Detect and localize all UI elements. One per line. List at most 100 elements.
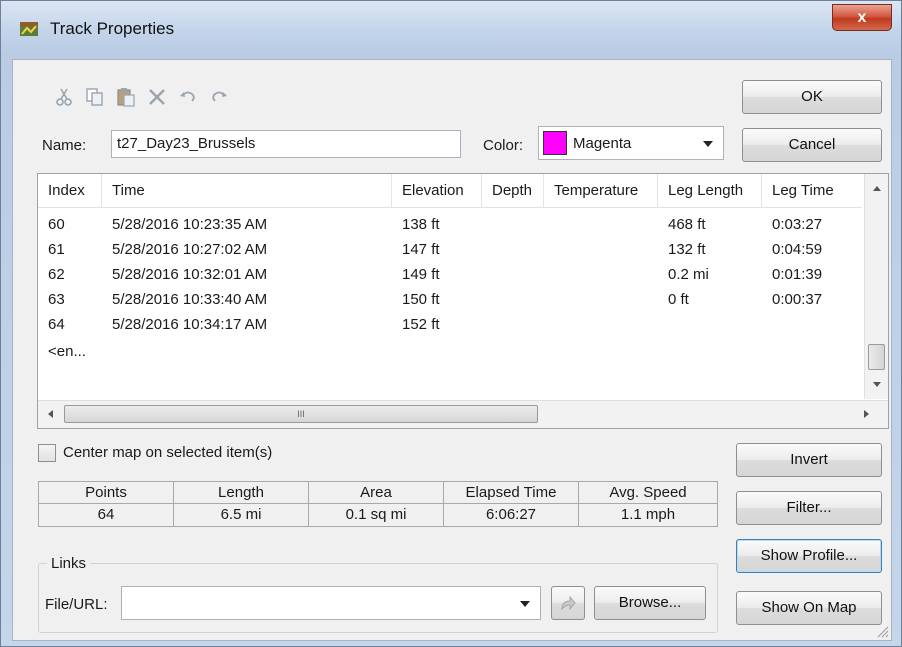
open-link-button[interactable] — [551, 586, 585, 620]
column-header-time[interactable]: Time — [102, 174, 392, 208]
edit-toolbar — [49, 82, 235, 112]
resize-grip-icon[interactable] — [875, 624, 889, 638]
cell-leg-length: 132 ft — [668, 241, 706, 258]
invert-button[interactable]: Invert — [736, 443, 882, 477]
table-row[interactable]: 60 5/28/2016 10:23:35 AM 138 ft 468 ft 0… — [38, 212, 862, 237]
ok-button[interactable]: OK — [742, 80, 882, 114]
scroll-left-arrow-icon[interactable] — [48, 410, 53, 418]
table-header: Index Time Elevation Depth Temperature L… — [38, 174, 862, 208]
column-header-elevation[interactable]: Elevation — [392, 174, 482, 208]
stat-header: Elapsed Time — [444, 482, 578, 504]
vertical-scroll-thumb[interactable] — [868, 344, 885, 370]
scroll-up-arrow-icon[interactable] — [873, 186, 881, 191]
table-row-end[interactable]: <en... — [38, 339, 862, 364]
chevron-down-icon — [703, 141, 713, 147]
table-row[interactable]: 64 5/28/2016 10:34:17 AM 152 ft — [38, 312, 862, 337]
stat-header: Area — [309, 482, 443, 504]
track-properties-window: Track Properties x OK Cancel Name: t27_D… — [0, 0, 902, 647]
color-dropdown[interactable]: Magenta — [538, 126, 724, 160]
column-header-index[interactable]: Index — [38, 174, 102, 208]
title-bar[interactable]: Track Properties x — [1, 1, 901, 57]
window-title: Track Properties — [50, 19, 175, 38]
paste-icon[interactable] — [111, 84, 141, 110]
cell-index: 60 — [48, 216, 65, 233]
cell-time: 5/28/2016 10:32:01 AM — [112, 266, 268, 283]
cell-leg-time: 0:04:59 — [772, 241, 823, 258]
stat-value: 6.5 mi — [220, 506, 262, 523]
column-header-depth[interactable]: Depth — [482, 174, 544, 208]
filter-button[interactable]: Filter... — [736, 491, 882, 525]
column-header-leg-time[interactable]: Leg Time — [762, 174, 862, 208]
close-icon: x — [857, 9, 867, 26]
links-group-label: Links — [47, 555, 91, 572]
chevron-down-icon[interactable] — [520, 601, 530, 607]
show-on-map-button[interactable]: Show On Map — [736, 591, 882, 625]
stat-header: Length — [174, 482, 308, 504]
stat-header: Avg. Speed — [579, 482, 717, 504]
cell-leg-length: 0.2 mi — [668, 266, 709, 283]
file-url-input[interactable] — [121, 586, 541, 620]
cell-leg-time: 0:01:39 — [772, 266, 823, 283]
stat-elapsed-time: Elapsed Time 6:06:27 — [443, 481, 579, 527]
cell-index: 63 — [48, 291, 65, 308]
cell-elevation: 138 ft — [402, 216, 440, 233]
stat-area: Area 0.1 sq mi — [308, 481, 444, 527]
table-row[interactable]: 62 5/28/2016 10:32:01 AM 149 ft 0.2 mi 0… — [38, 262, 862, 287]
column-header-temperature[interactable]: Temperature — [544, 174, 658, 208]
end-of-track-cell: <en... — [48, 343, 86, 360]
vertical-scrollbar[interactable] — [864, 174, 888, 399]
cell-time: 5/28/2016 10:23:35 AM — [112, 216, 268, 233]
cell-elevation: 152 ft — [402, 316, 440, 333]
links-group: Links File/URL: Browse... — [38, 555, 718, 633]
stat-value: 64 — [97, 506, 115, 523]
delete-icon[interactable] — [142, 84, 172, 110]
scroll-down-arrow-icon[interactable] — [873, 382, 881, 387]
cell-index: 61 — [48, 241, 65, 258]
horizontal-scrollbar[interactable]: III — [38, 400, 888, 428]
name-label: Name: — [42, 137, 87, 154]
cell-leg-length: 0 ft — [668, 291, 689, 308]
browse-button[interactable]: Browse... — [594, 586, 706, 620]
stat-value: 1.1 mph — [620, 506, 676, 523]
track-points-table[interactable]: Index Time Elevation Depth Temperature L… — [37, 173, 889, 429]
stat-length: Length 6.5 mi — [173, 481, 309, 527]
track-app-icon — [19, 20, 39, 38]
stat-header: Points — [39, 482, 173, 504]
dialog-body: OK Cancel Name: t27_Day23_Brussels Color… — [12, 59, 892, 641]
cell-index: 62 — [48, 266, 65, 283]
center-map-label[interactable]: Center map on selected item(s) — [63, 444, 272, 461]
color-swatch — [543, 131, 567, 155]
scroll-right-arrow-icon[interactable] — [864, 410, 869, 418]
copy-icon[interactable] — [80, 84, 110, 110]
cut-icon[interactable] — [49, 84, 79, 110]
table-row[interactable]: 63 5/28/2016 10:33:40 AM 150 ft 0 ft 0:0… — [38, 287, 862, 312]
track-stats: Points 64 Length 6.5 mi Area 0.1 sq mi E… — [38, 481, 718, 527]
go-arrow-icon — [559, 595, 577, 616]
cell-elevation: 150 ft — [402, 291, 440, 308]
cell-time: 5/28/2016 10:27:02 AM — [112, 241, 268, 258]
stat-avg-speed: Avg. Speed 1.1 mph — [578, 481, 718, 527]
cell-leg-time: 0:03:27 — [772, 216, 823, 233]
table-row[interactable]: 61 5/28/2016 10:27:02 AM 147 ft 132 ft 0… — [38, 237, 862, 262]
stat-value: 0.1 sq mi — [345, 506, 407, 523]
cell-index: 64 — [48, 316, 65, 333]
name-input[interactable]: t27_Day23_Brussels — [111, 130, 461, 158]
horizontal-scroll-thumb[interactable]: III — [64, 405, 538, 423]
color-value: Magenta — [573, 135, 632, 152]
show-profile-button[interactable]: Show Profile... — [736, 539, 882, 573]
cell-leg-time: 0:00:37 — [772, 291, 823, 308]
column-header-leg-length[interactable]: Leg Length — [658, 174, 762, 208]
cell-elevation: 147 ft — [402, 241, 440, 258]
close-button[interactable]: x — [832, 4, 892, 31]
cancel-button[interactable]: Cancel — [742, 128, 882, 162]
redo-icon[interactable] — [204, 84, 234, 110]
center-map-checkbox[interactable] — [38, 444, 56, 462]
cell-leg-length: 468 ft — [668, 216, 706, 233]
stat-points: Points 64 — [38, 481, 174, 527]
stat-value: 6:06:27 — [485, 506, 537, 523]
undo-icon[interactable] — [173, 84, 203, 110]
color-label: Color: — [483, 137, 524, 154]
scroll-grip: III — [297, 409, 305, 419]
cell-time: 5/28/2016 10:33:40 AM — [112, 291, 268, 308]
cell-time: 5/28/2016 10:34:17 AM — [112, 316, 268, 333]
